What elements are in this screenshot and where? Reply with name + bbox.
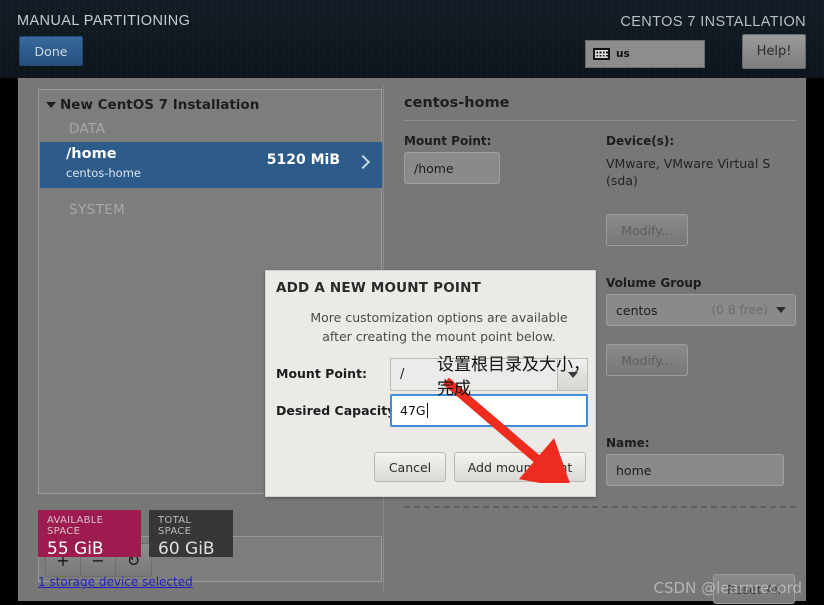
section-dashed-divider — [404, 506, 796, 508]
annotation-text-line1: 设置根目录及大小， — [437, 355, 590, 375]
chevron-down-icon — [776, 307, 786, 313]
keyboard-layout-label: us — [616, 48, 630, 60]
devices-label: Device(s): — [606, 134, 675, 148]
dialog-desired-capacity-label: Desired Capacity: — [276, 403, 401, 418]
chevron-right-icon — [357, 154, 368, 172]
available-space-value: 55 GiB — [47, 539, 104, 559]
details-title-rule — [404, 120, 796, 121]
dialog-add-mount-point-button[interactable]: Add mount point — [454, 452, 586, 482]
partition-mount-point: /home — [66, 146, 117, 162]
dialog-cancel-button[interactable]: Cancel — [374, 452, 446, 482]
done-button-label: Done — [34, 43, 68, 59]
dialog-desired-capacity-value: 47G — [400, 403, 426, 418]
mount-point-label: Mount Point: — [404, 134, 492, 148]
volume-group-dropdown[interactable]: centos (0 B free) — [606, 294, 796, 326]
volume-group-name: centos — [616, 302, 658, 318]
triangle-down-icon — [46, 102, 56, 108]
installer-screen: MANUAL PARTITIONING CENTOS 7 INSTALLATIO… — [0, 0, 824, 605]
dialog-desired-capacity-input[interactable]: 47G — [390, 394, 588, 427]
dialog-description: More customization options are available… — [310, 310, 568, 344]
group-header-data: DATA — [69, 121, 106, 137]
done-button[interactable]: Done — [19, 36, 83, 66]
modify-volume-group-button[interactable]: Modify... — [606, 344, 688, 376]
add-mount-point-dialog: ADD A NEW MOUNT POINT More customization… — [265, 270, 596, 497]
name-input[interactable]: home — [606, 454, 784, 486]
volume-group-free-space: (0 B free) — [711, 303, 768, 317]
partition-size: 5120 MiB — [266, 152, 340, 168]
details-title: centos-home — [404, 95, 510, 111]
dialog-mount-point-label: Mount Point: — [276, 366, 368, 381]
top-header-bar: MANUAL PARTITIONING CENTOS 7 INSTALLATIO… — [0, 0, 824, 78]
watermark-text: CSDN @learnrecord — [653, 579, 802, 597]
partition-row-home[interactable]: /home centos-home 5120 MiB — [40, 142, 382, 188]
main-content-area: New CentOS 7 Installation DATA /home cen… — [18, 78, 806, 604]
devices-value: VMware, VMware Virtual S (sda) — [606, 156, 771, 188]
help-button-label: Help! — [756, 44, 792, 59]
partition-device-name: centos-home — [66, 166, 141, 180]
modify-devices-button[interactable]: Modify... — [606, 214, 688, 246]
page-title: MANUAL PARTITIONING — [17, 13, 191, 29]
text-cursor — [426, 403, 428, 418]
total-space-caption: TOTAL SPACE — [158, 515, 192, 537]
total-space-box: TOTAL SPACE 60 GiB — [149, 510, 233, 559]
dialog-title: ADD A NEW MOUNT POINT — [276, 280, 481, 296]
annotation-text-line2: 完成 — [437, 379, 471, 399]
available-space-box: AVAILABLE SPACE 55 GiB — [38, 510, 141, 559]
keyboard-layout-indicator[interactable]: us — [585, 40, 705, 68]
product-title: CENTOS 7 INSTALLATION — [620, 14, 806, 30]
storage-device-link[interactable]: 1 storage device selected — [38, 575, 193, 589]
volume-group-label: Volume Group — [606, 276, 702, 290]
keyboard-icon — [593, 48, 610, 60]
available-space-caption: AVAILABLE SPACE — [47, 515, 104, 537]
name-field-label: Name: — [606, 436, 650, 450]
tree-root-header[interactable]: New CentOS 7 Installation — [46, 97, 259, 113]
help-button[interactable]: Help! — [742, 34, 806, 69]
group-header-system: SYSTEM — [69, 202, 126, 218]
mount-point-input[interactable]: /home — [404, 152, 500, 184]
tree-root-label: New CentOS 7 Installation — [60, 97, 260, 113]
total-space-value: 60 GiB — [158, 539, 215, 559]
